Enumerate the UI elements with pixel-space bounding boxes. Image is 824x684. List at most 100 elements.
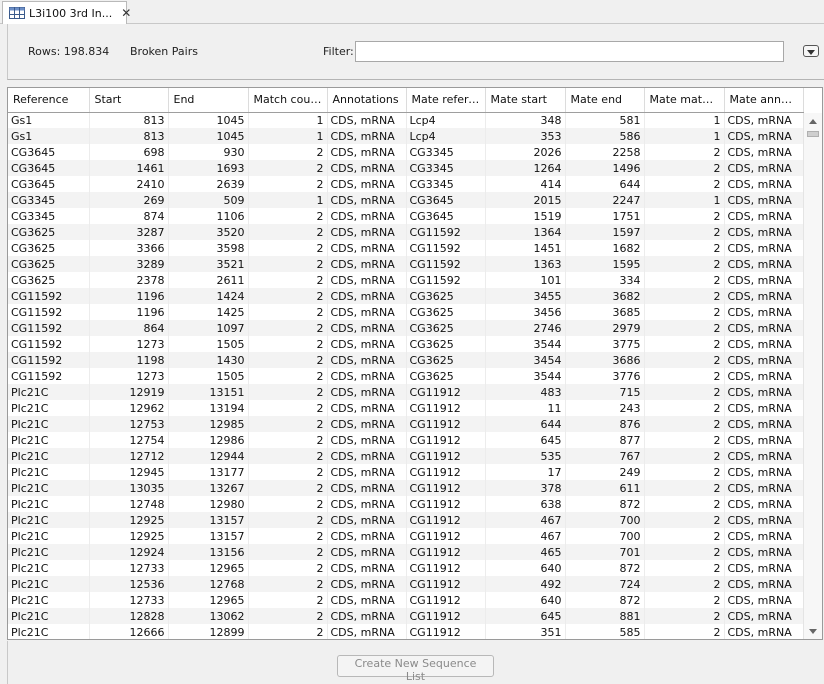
table-cell: 3598 (168, 240, 249, 256)
filter-input[interactable] (355, 41, 784, 62)
table-row[interactable]: Plc21C 12754 12986 2 CDS, mRNA CG11912 645 877 2… (8, 432, 804, 448)
column-header[interactable]: End (168, 88, 249, 113)
editor-tab-bar: L3i100 3rd In... ✕ (0, 0, 824, 24)
table-row[interactable]: Plc21C 12924 13156 2 CDS, mRNA CG11912 465 701 2… (8, 544, 804, 560)
table-cell: CG3645 (8, 176, 90, 192)
table-cell: 3776 (565, 368, 645, 384)
table-cell: 13177 (168, 464, 249, 480)
table-cell: 2746 (485, 320, 566, 336)
table-cell: 2 (644, 160, 725, 176)
table-cell: 581 (565, 112, 645, 128)
table-row[interactable]: Plc21C 12925 13157 2 CDS, mRNA CG11912 467 700 2… (8, 528, 804, 544)
table-cell: 13151 (168, 384, 249, 400)
table-row[interactable]: CG3345 269 509 1 CDS, mRNA CG3645 2015 2247 1 CDS… (8, 192, 804, 208)
close-icon[interactable]: ✕ (121, 7, 131, 19)
table-cell: 2 (644, 576, 725, 592)
table-cell: 2 (248, 544, 328, 560)
table-cell: CG3645 (406, 208, 486, 224)
table-row[interactable]: Plc21C 12733 12965 2 CDS, mRNA CG11912 640 872 2… (8, 560, 804, 576)
table-row[interactable]: Plc21C 12666 12899 2 CDS, mRNA CG11912 351 585 2… (8, 624, 804, 639)
table-cell: CDS, mRNA (327, 240, 407, 256)
table-row[interactable]: Gs1 813 1045 1 CDS, mRNA Lcp4 348 581 1 CDS, mRNA (8, 112, 804, 128)
table-cell: Plc21C (8, 512, 90, 528)
editor-tab[interactable]: L3i100 3rd In... ✕ (2, 1, 131, 24)
column-header[interactable]: Annotations (327, 88, 407, 113)
create-sequence-list-button[interactable]: Create New Sequence List (337, 655, 494, 683)
table-row[interactable]: CG11592 1196 1424 2 CDS, mRNA CG3625 3455 3682 2… (8, 288, 804, 304)
table-cell: 640 (485, 592, 566, 608)
table-row[interactable]: Plc21C 12945 13177 2 CDS, mRNA CG11912 17 249 2 C… (8, 464, 804, 480)
column-header[interactable]: Mate match... (644, 88, 725, 113)
table-row[interactable]: Plc21C 12828 13062 2 CDS, mRNA CG11912 645 881 2… (8, 608, 804, 624)
table-cell: CG3345 (406, 176, 486, 192)
table-cell: 2 (248, 224, 328, 240)
column-header[interactable]: Match count (248, 88, 328, 113)
vertical-scrollbar[interactable] (803, 113, 822, 639)
table-row[interactable]: CG11592 1196 1425 2 CDS, mRNA CG3625 3456 3685 2… (8, 304, 804, 320)
table-cell: 3682 (565, 288, 645, 304)
table-row[interactable]: Gs1 813 1045 1 CDS, mRNA Lcp4 353 586 1 CDS, mRNA (8, 128, 804, 144)
table-row[interactable]: CG3625 3289 3521 2 CDS, mRNA CG11592 1363 1595 2… (8, 256, 804, 272)
table-row[interactable]: Plc21C 12733 12965 2 CDS, mRNA CG11912 640 872 2… (8, 592, 804, 608)
table-cell: CDS, mRNA (724, 432, 804, 448)
table-cell: 2410 (89, 176, 169, 192)
table-cell: CDS, mRNA (724, 400, 804, 416)
scroll-thumb[interactable] (807, 131, 819, 137)
table-cell: 13157 (168, 528, 249, 544)
column-header[interactable]: Mate annot... (724, 88, 804, 113)
column-header[interactable]: Mate end (565, 88, 645, 113)
scroll-up-icon[interactable] (809, 119, 817, 124)
column-header[interactable]: Mate refere... (406, 88, 486, 113)
table-row[interactable]: Plc21C 12748 12980 2 CDS, mRNA CG11912 638 872 2… (8, 496, 804, 512)
table-cell: 3686 (565, 352, 645, 368)
table-cell: 509 (168, 192, 249, 208)
table-cell: CG11912 (406, 496, 486, 512)
table-row[interactable]: CG11592 1273 1505 2 CDS, mRNA CG3625 3544 3775 2… (8, 336, 804, 352)
table-cell: 2 (644, 208, 725, 224)
table-row[interactable]: CG11592 864 1097 2 CDS, mRNA CG3625 2746 2979 2 C… (8, 320, 804, 336)
table-row[interactable]: CG11592 1198 1430 2 CDS, mRNA CG3625 3454 3686 2… (8, 352, 804, 368)
table-row[interactable]: CG3345 874 1106 2 CDS, mRNA CG3645 1519 1751 2 CD… (8, 208, 804, 224)
table-cell: 1364 (485, 224, 566, 240)
table-row[interactable]: CG3645 2410 2639 2 CDS, mRNA CG3345 414 644 2 CDS… (8, 176, 804, 192)
table-cell: 269 (89, 192, 169, 208)
table-cell: CDS, mRNA (724, 592, 804, 608)
table-cell: CDS, mRNA (327, 448, 407, 464)
table-row[interactable]: CG11592 1273 1505 2 CDS, mRNA CG3625 3544 3776 2… (8, 368, 804, 384)
options-dropdown-button[interactable] (803, 45, 819, 57)
table-cell: 492 (485, 576, 566, 592)
table-row[interactable]: Plc21C 12919 13151 2 CDS, mRNA CG11912 483 715 2… (8, 384, 804, 400)
table-row[interactable]: CG3645 1461 1693 2 CDS, mRNA CG3345 1264 1496 2 C… (8, 160, 804, 176)
table-row[interactable]: CG3645 698 930 2 CDS, mRNA CG3345 2026 2258 2 CDS… (8, 144, 804, 160)
table-cell: 12733 (89, 592, 169, 608)
table-cell: 2 (644, 512, 725, 528)
row-count: Rows: 198.834 (28, 45, 110, 58)
table-row[interactable]: Plc21C 13035 13267 2 CDS, mRNA CG11912 378 611 2… (8, 480, 804, 496)
table-row[interactable]: Plc21C 12962 13194 2 CDS, mRNA CG11912 11 243 2 C… (8, 400, 804, 416)
table-cell: 645 (485, 432, 566, 448)
table-cell: 12712 (89, 448, 169, 464)
table-row[interactable]: Plc21C 12712 12944 2 CDS, mRNA CG11912 535 767 2… (8, 448, 804, 464)
footer-panel: Create New Sequence List (7, 641, 824, 684)
table-cell: 1682 (565, 240, 645, 256)
table-cell: CG3625 (8, 272, 90, 288)
table-cell: CG3625 (406, 368, 486, 384)
table-row[interactable]: CG3625 3287 3520 2 CDS, mRNA CG11592 1364 1597 2… (8, 224, 804, 240)
table-cell: 2 (248, 432, 328, 448)
table-cell: CDS, mRNA (724, 512, 804, 528)
table-cell: 2 (644, 544, 725, 560)
table-row[interactable]: CG3625 2378 2611 2 CDS, mRNA CG11592 101 334 2 CD… (8, 272, 804, 288)
table-cell: 1273 (89, 336, 169, 352)
table-row[interactable]: Plc21C 12536 12768 2 CDS, mRNA CG11912 492 724 2… (8, 576, 804, 592)
table-row[interactable]: Plc21C 12753 12985 2 CDS, mRNA CG11912 644 876 2… (8, 416, 804, 432)
column-header[interactable]: Reference (8, 88, 90, 113)
table-cell: 2 (248, 448, 328, 464)
table-cell: 12980 (168, 496, 249, 512)
column-header[interactable]: Start (89, 88, 169, 113)
scroll-down-icon[interactable] (809, 629, 817, 634)
table-row[interactable]: Plc21C 12925 13157 2 CDS, mRNA CG11912 467 700 2… (8, 512, 804, 528)
table-row[interactable]: CG3625 3366 3598 2 CDS, mRNA CG11592 1451 1682 2… (8, 240, 804, 256)
column-header[interactable]: Mate start (485, 88, 566, 113)
table-cell: 243 (565, 400, 645, 416)
table-cell: 1196 (89, 304, 169, 320)
